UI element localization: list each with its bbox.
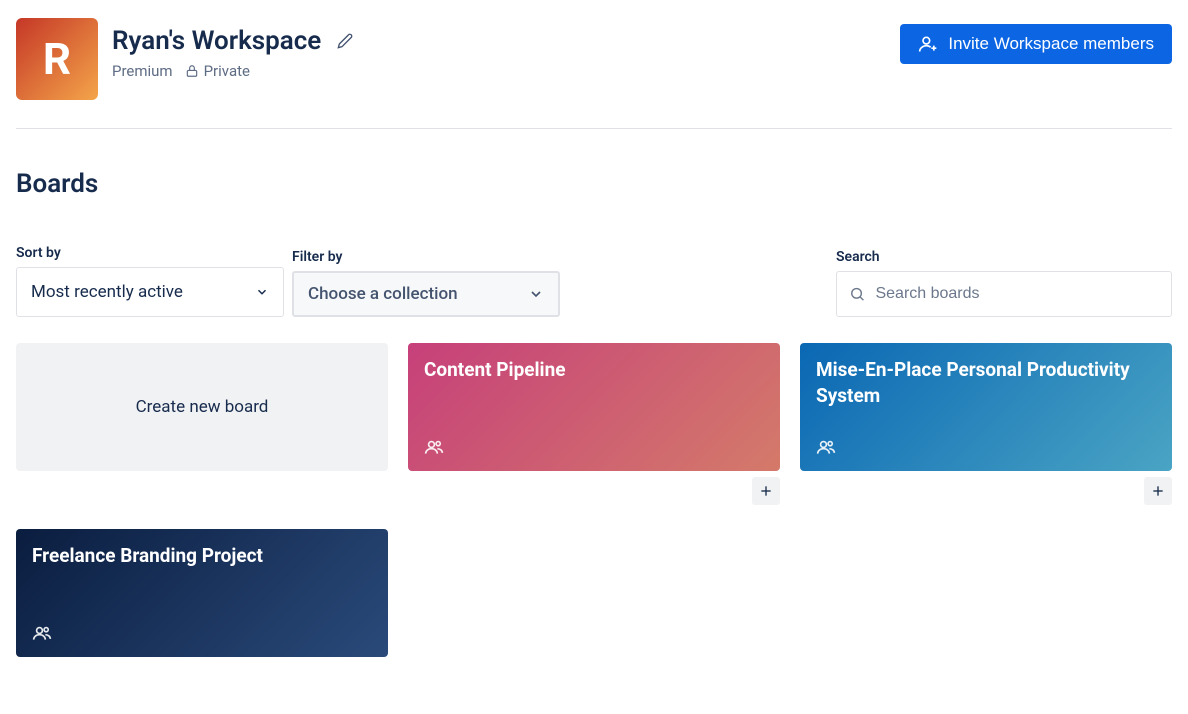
privacy-label: Private — [204, 62, 250, 80]
privacy-badge: Private — [185, 62, 250, 80]
filter-select[interactable]: Choose a collection — [292, 271, 560, 317]
sort-label: Sort by — [16, 245, 284, 261]
workspace-name: Ryan's Workspace — [112, 26, 321, 56]
boards-section-title: Boards — [16, 169, 1172, 199]
board-tile-mise-en-place[interactable]: Mise-En-Place Personal Productivity Syst… — [800, 343, 1172, 471]
invite-label: Invite Workspace members — [948, 34, 1154, 54]
add-button[interactable] — [752, 477, 780, 505]
board-title: Content Pipeline — [424, 357, 764, 383]
divider — [16, 128, 1172, 129]
board-title: Freelance Branding Project — [32, 543, 372, 569]
create-board-label: Create new board — [136, 397, 269, 417]
search-input[interactable] — [875, 285, 1159, 303]
workspace-avatar: R — [16, 18, 98, 100]
team-icon — [32, 623, 52, 643]
lock-icon — [185, 64, 199, 78]
create-board-tile[interactable]: Create new board — [16, 343, 388, 471]
invite-user-icon — [918, 34, 938, 54]
plus-icon — [758, 483, 774, 499]
invite-members-button[interactable]: Invite Workspace members — [900, 24, 1172, 64]
edit-workspace-button[interactable] — [331, 27, 359, 55]
plus-icon — [1150, 483, 1166, 499]
search-label: Search — [836, 249, 1172, 265]
sort-value: Most recently active — [31, 282, 183, 302]
pencil-icon — [337, 33, 353, 49]
search-icon — [849, 285, 865, 303]
board-tile-content-pipeline[interactable]: Content Pipeline — [408, 343, 780, 471]
filter-label: Filter by — [292, 249, 560, 265]
team-icon — [424, 437, 444, 457]
add-button[interactable] — [1144, 477, 1172, 505]
chevron-down-icon — [255, 285, 269, 299]
premium-badge: Premium — [112, 62, 173, 80]
board-title: Mise-En-Place Personal Productivity Syst… — [816, 357, 1156, 408]
team-icon — [816, 437, 836, 457]
board-tile-freelance-branding[interactable]: Freelance Branding Project — [16, 529, 388, 657]
chevron-down-icon — [528, 286, 544, 302]
sort-select[interactable]: Most recently active — [16, 267, 284, 317]
filter-value: Choose a collection — [308, 284, 458, 304]
